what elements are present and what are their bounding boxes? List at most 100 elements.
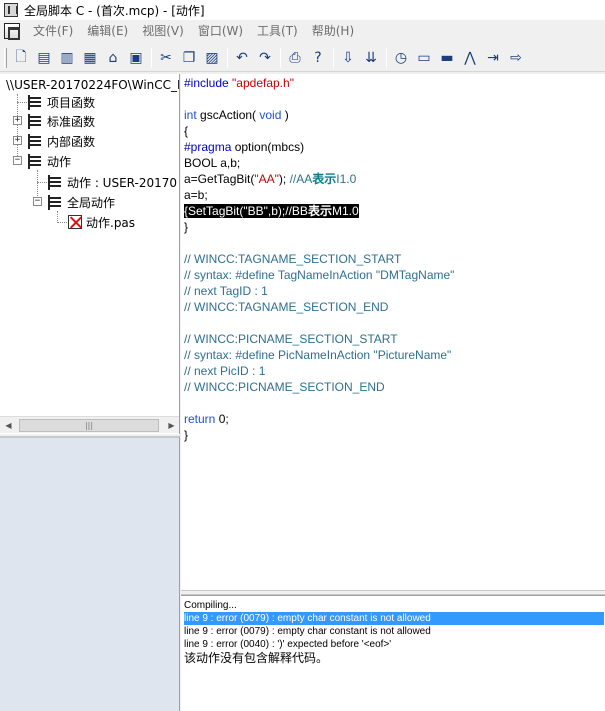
code-line[interactable]: // WINCC:TAGNAME_SECTION_START: [184, 252, 401, 267]
export-icon[interactable]: ⇨: [505, 47, 527, 69]
toolbar-grip[interactable]: [4, 47, 7, 68]
tree-connector: [17, 94, 18, 162]
output-line[interactable]: Compiling...: [184, 599, 604, 612]
code-line[interactable]: // WINCC:PICNAME_SECTION_END: [184, 380, 385, 395]
output-line[interactable]: 该动作没有包含解释代码。: [184, 651, 604, 666]
error-file-icon: [68, 215, 82, 229]
new-icon[interactable]: 🗋: [10, 47, 32, 69]
menu-bar: 文件(F) 编辑(E) 视图(V) 窗口(W) 工具(T) 帮助(H): [0, 20, 605, 42]
document-icon[interactable]: ▦: [79, 47, 101, 69]
code-token: );: [278, 172, 290, 186]
code-line[interactable]: }: [184, 428, 188, 443]
menu-window[interactable]: 窗口(W): [191, 21, 250, 41]
code-token: a=b;: [184, 188, 208, 202]
code-line[interactable]: // syntax: #define PicNameInAction "Pict…: [184, 348, 451, 363]
menu-tools[interactable]: 工具(T): [250, 21, 305, 41]
code-token: }: [184, 428, 189, 442]
compile-all-icon[interactable]: ⇊: [360, 47, 382, 69]
help-icon[interactable]: ?: [307, 47, 329, 69]
scrollbar-thumb[interactable]: |||: [19, 419, 159, 432]
menu-help[interactable]: 帮助(H): [305, 21, 361, 41]
paste-icon[interactable]: ▨: [201, 47, 223, 69]
redo-icon[interactable]: ↷: [254, 47, 276, 69]
output-line[interactable]: line 9 : error (0040) : ')' expected bef…: [184, 638, 604, 651]
function-icon: [48, 194, 63, 210]
folder-icon[interactable]: ▬: [436, 47, 458, 69]
code-line[interactable]: #pragma option(mbcs): [184, 140, 304, 155]
tree-item-internal-functions[interactable]: 内部函数: [28, 132, 95, 150]
expand-icon[interactable]: +: [13, 116, 22, 125]
collapse-icon[interactable]: −: [33, 197, 42, 206]
toolbar-separator: [333, 47, 334, 68]
code-token: I1.0: [336, 172, 357, 186]
code-line[interactable]: // WINCC:TAGNAME_SECTION_END: [184, 300, 388, 315]
project-tree[interactable]: \\USER-20170224FO\WinCC_Proj 项目函数 + 标准函数…: [0, 74, 180, 434]
function-icon: [28, 153, 43, 169]
tree-horizontal-scrollbar[interactable]: ◀ ||| ▶: [0, 416, 179, 434]
folder-open-icon[interactable]: ⌂: [102, 47, 124, 69]
function-icon: [48, 174, 63, 190]
tree-item-project-functions[interactable]: 项目函数: [28, 93, 95, 111]
import-icon[interactable]: ⇥: [482, 47, 504, 69]
collapse-icon[interactable]: −: [13, 156, 22, 165]
code-token: {SetTagBit(: [184, 204, 244, 218]
app-icon: [4, 3, 18, 17]
menu-edit[interactable]: 编辑(E): [80, 21, 135, 41]
code-editor[interactable]: #include "apdefap.h" int gscAction( void …: [181, 74, 605, 590]
code-line[interactable]: // syntax: #define TagNameInAction "DMTa…: [184, 268, 454, 283]
tree-item-standard-functions[interactable]: 标准函数: [28, 112, 95, 130]
tree-item-actions[interactable]: 动作: [28, 152, 71, 170]
code-token: int: [184, 108, 201, 122]
code-line[interactable]: a=b;: [184, 188, 208, 203]
code-line[interactable]: BOOL a,b;: [184, 156, 240, 171]
output-line[interactable]: line 9 : error (0079) : empty char const…: [184, 612, 604, 625]
cut-icon[interactable]: ✂: [155, 47, 177, 69]
tree-connector: [17, 102, 27, 103]
code-line[interactable]: // next PicID : 1: [184, 364, 265, 379]
copy-icon[interactable]: ❐: [178, 47, 200, 69]
open-icon[interactable]: ▥: [56, 47, 78, 69]
open-project-icon[interactable]: ▤: [33, 47, 55, 69]
tree-item-global-actions[interactable]: 全局动作: [48, 193, 115, 211]
tree-item-action-file[interactable]: 动作.pas: [68, 213, 135, 231]
code-line[interactable]: {SetTagBit("BB",b);//BB表示M1.0: [184, 204, 359, 219]
tree-root[interactable]: \\USER-20170224FO\WinCC_Proj: [6, 76, 179, 94]
scroll-right-icon[interactable]: ▶: [163, 417, 179, 434]
code-line[interactable]: a=GetTagBit("AA"); //AA表示I1.0: [184, 172, 356, 187]
code-token: 表示: [312, 172, 337, 186]
scroll-left-icon[interactable]: ◀: [0, 417, 17, 434]
code-line[interactable]: }: [184, 220, 188, 235]
code-token: M1.0: [331, 204, 359, 218]
code-line[interactable]: // WINCC:PICNAME_SECTION_START: [184, 332, 398, 347]
code-line[interactable]: #include "apdefap.h": [184, 76, 294, 91]
output-line[interactable]: line 9 : error (0079) : empty char const…: [184, 625, 604, 638]
menu-file[interactable]: 文件(F): [26, 21, 80, 41]
document-window-icon[interactable]: [4, 23, 20, 40]
print-icon[interactable]: ⎙: [284, 47, 306, 69]
code-token: ): [281, 108, 289, 122]
undo-icon[interactable]: ↶: [231, 47, 253, 69]
code-token: }: [184, 220, 189, 234]
code-line[interactable]: {: [184, 124, 188, 139]
trigger-icon[interactable]: ◷: [390, 47, 412, 69]
tree-item-local-action[interactable]: 动作 : USER-20170: [48, 173, 177, 191]
tree-item-label: 内部函数: [47, 134, 96, 149]
save-icon[interactable]: ▣: [125, 47, 147, 69]
code-token: // syntax: #define TagNameInAction "DMTa…: [184, 268, 455, 282]
code-line[interactable]: int gscAction( void ): [184, 108, 289, 123]
tag-icon[interactable]: ▭: [413, 47, 435, 69]
menu-view[interactable]: 视图(V): [135, 21, 191, 41]
output-pane[interactable]: Compiling... line 9 : error (0079) : empt…: [181, 595, 605, 711]
code-line[interactable]: // next TagID : 1: [184, 284, 268, 299]
left-lower-pane: [0, 436, 180, 711]
compile-icon[interactable]: ⇩: [337, 47, 359, 69]
function-icon: [28, 113, 43, 129]
tree-item-label: 动作 : USER-20170: [67, 175, 178, 190]
code-token: // next PicID : 1: [184, 364, 266, 378]
expand-icon[interactable]: +: [13, 136, 22, 145]
code-line[interactable]: return 0;: [184, 412, 229, 427]
compass-icon[interactable]: ⋀: [459, 47, 481, 69]
tree-connector: [37, 182, 47, 183]
code-token: // WINCC:PICNAME_SECTION_START: [184, 332, 398, 346]
toolbar: 🗋 ▤ ▥ ▦ ⌂ ▣ ✂ ❐ ▨ ↶ ↷ ⎙? ⇩ ⇊ ◷ ▭ ▬ ⋀ ⇥ ⇨: [0, 44, 605, 72]
